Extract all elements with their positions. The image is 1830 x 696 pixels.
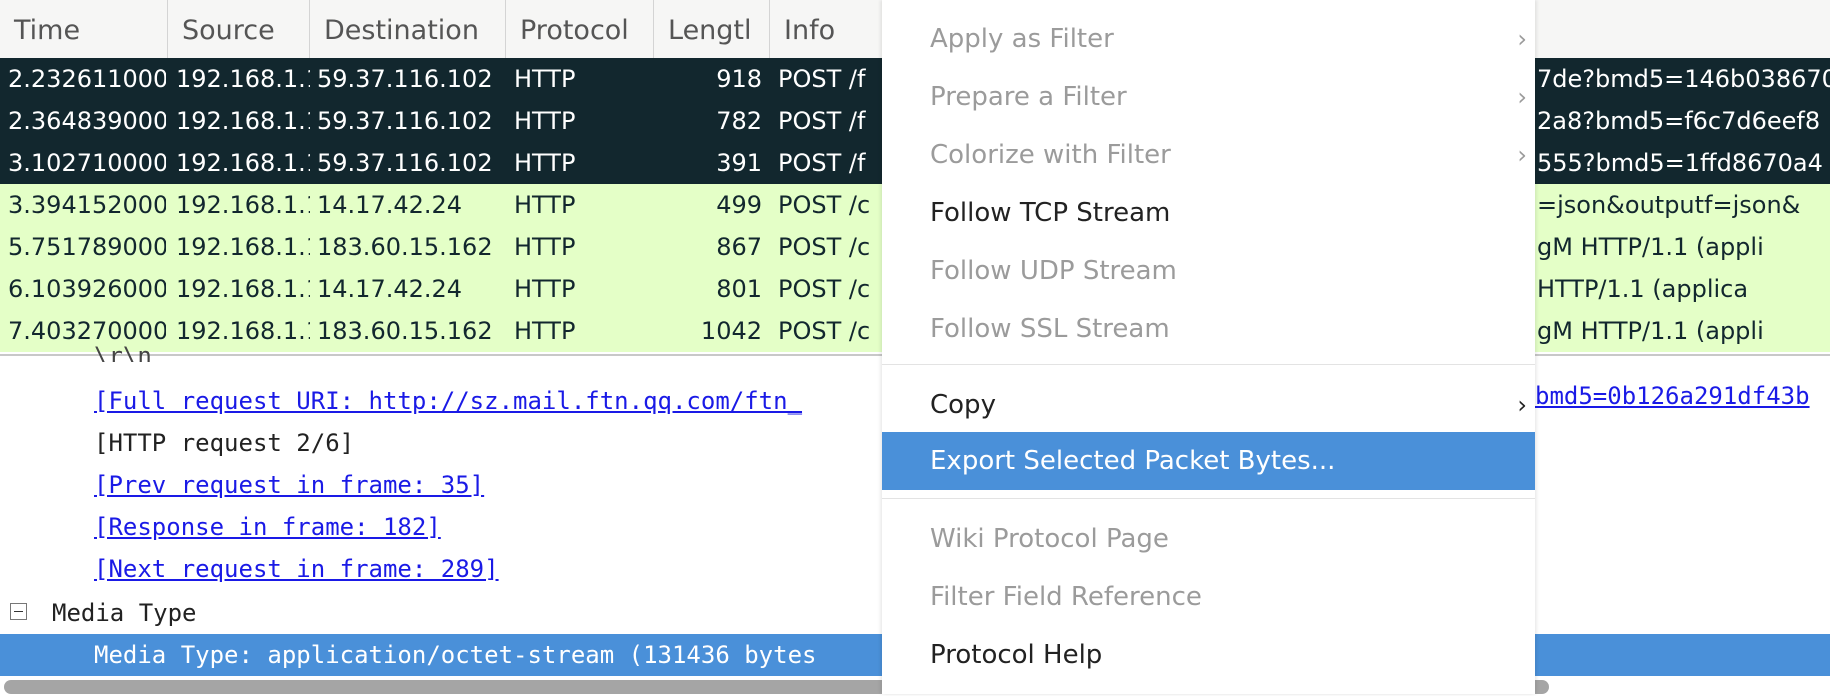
packet-info: POST /f: [778, 149, 866, 177]
packet-time: 2.232611000: [8, 65, 166, 93]
menu-separator: [882, 498, 1535, 499]
packet-source: 192.168.1.1: [176, 275, 310, 303]
packet-protocol: HTTP: [514, 317, 576, 345]
collapse-toggle-icon[interactable]: [10, 603, 27, 620]
packet-destination: 183.60.15.162: [317, 233, 493, 261]
menu-item-filter-field-reference[interactable]: Filter Field Reference: [882, 576, 1535, 618]
packet-info-tail: gM HTTP/1.1 (appli: [1537, 233, 1764, 261]
column-header-length[interactable]: Lengtl: [654, 0, 770, 58]
packet-info-tail: 2a8?bmd5=f6c7d6eef8: [1537, 107, 1821, 135]
packet-length: 1042: [700, 317, 762, 345]
menu-item-label: Filter Field Reference: [930, 582, 1202, 612]
menu-item-apply-as-filter[interactable]: Apply as Filter ›: [882, 18, 1535, 60]
packet-info: POST /c: [778, 275, 871, 303]
next-request-link[interactable]: [Next request in frame: 289]: [94, 550, 499, 588]
full-request-uri-link[interactable]: [Full request URI: http://sz.mail.ftn.qq…: [94, 382, 802, 420]
packet-destination: 59.37.116.102: [317, 149, 493, 177]
menu-item-copy[interactable]: Copy ›: [882, 384, 1535, 426]
menu-item-label: Apply as Filter: [930, 24, 1114, 54]
menu-item-export-selected-packet-bytes[interactable]: Export Selected Packet Bytes...: [882, 432, 1535, 490]
menu-item-colorize-with-filter[interactable]: Colorize with Filter ›: [882, 134, 1535, 176]
menu-item-label: Copy: [930, 390, 996, 420]
packet-source: 192.168.1.1: [176, 107, 310, 135]
packet-length: 867: [716, 233, 762, 261]
prev-request-link[interactable]: [Prev request in frame: 35]: [94, 466, 484, 504]
packet-time: 3.102710000: [8, 149, 166, 177]
packet-info: POST /c: [778, 233, 871, 261]
section-label: Media Type: [52, 599, 197, 627]
packet-info: POST /c: [778, 317, 871, 345]
menu-item-protocol-help[interactable]: Protocol Help: [882, 634, 1535, 676]
chevron-right-icon: ›: [1517, 83, 1527, 111]
packet-destination: 14.17.42.24: [317, 191, 463, 219]
packet-length: 801: [716, 275, 762, 303]
menu-item-label: Export Selected Packet Bytes...: [930, 446, 1336, 476]
chevron-right-icon: ›: [1517, 391, 1527, 419]
packet-protocol: HTTP: [514, 191, 576, 219]
packet-time: 5.751789000: [8, 233, 166, 261]
packet-length: 782: [716, 107, 762, 135]
packet-destination: 59.37.116.102: [317, 107, 493, 135]
packet-protocol: HTTP: [514, 65, 576, 93]
menu-item-label: Follow TCP Stream: [930, 198, 1171, 228]
packet-length: 391: [716, 149, 762, 177]
packet-info-tail: 7de?bmd5=146b038670: [1537, 65, 1830, 93]
packet-info-tail: 555?bmd5=1ffd8670a4: [1537, 149, 1823, 177]
menu-item-label: Wiki Protocol Page: [930, 524, 1169, 554]
packet-source: 192.168.1.1: [176, 233, 310, 261]
column-header-destination[interactable]: Destination: [310, 0, 506, 58]
packet-length: 918: [716, 65, 762, 93]
packet-source: 192.168.1.1: [176, 65, 310, 93]
packet-time: 6.103926000: [8, 275, 166, 303]
packet-protocol: HTTP: [514, 149, 576, 177]
menu-item-follow-ssl-stream[interactable]: Follow SSL Stream: [882, 308, 1535, 350]
menu-item-label: Prepare a Filter: [930, 82, 1127, 112]
response-link[interactable]: [Response in frame: 182]: [94, 508, 441, 546]
packet-destination: 183.60.15.162: [317, 317, 493, 345]
menu-item-label: Follow SSL Stream: [930, 314, 1170, 344]
menu-item-wiki-protocol-page[interactable]: Wiki Protocol Page: [882, 518, 1535, 560]
packet-protocol: HTTP: [514, 275, 576, 303]
menu-item-label: Colorize with Filter: [930, 140, 1171, 170]
chevron-right-icon: ›: [1517, 141, 1527, 169]
column-header-protocol[interactable]: Protocol: [506, 0, 654, 58]
packet-source: 192.168.1.1: [176, 317, 310, 345]
packet-info-tail: HTTP/1.1 (applica: [1537, 275, 1749, 303]
column-header-time[interactable]: Time: [0, 0, 168, 58]
packet-time: 2.364839000: [8, 107, 166, 135]
packet-info: POST /f: [778, 65, 866, 93]
context-menu[interactable]: Apply as Filter › Prepare a Filter › Col…: [882, 0, 1535, 694]
packet-length: 499: [716, 191, 762, 219]
http-request-count: [HTTP request 2/6]: [94, 429, 355, 457]
packet-destination: 14.17.42.24: [317, 275, 463, 303]
menu-item-label: Follow UDP Stream: [930, 256, 1177, 286]
full-request-uri-tail[interactable]: bmd5=0b126a291df43b: [1535, 382, 1810, 410]
packet-info: POST /c: [778, 191, 871, 219]
truncated-line: \r\n: [94, 342, 152, 362]
packet-protocol: HTTP: [514, 107, 576, 135]
menu-item-label: Protocol Help: [930, 640, 1103, 670]
packet-destination: 59.37.116.102: [317, 65, 493, 93]
chevron-right-icon: ›: [1517, 25, 1527, 53]
packet-info-tail: gM HTTP/1.1 (appli: [1537, 317, 1764, 345]
selected-detail-text: Media Type: application/octet-stream (13…: [94, 641, 817, 669]
column-header-source[interactable]: Source: [168, 0, 310, 58]
packet-source: 192.168.1.1: [176, 149, 310, 177]
menu-separator: [882, 364, 1535, 365]
menu-item-follow-udp-stream[interactable]: Follow UDP Stream: [882, 250, 1535, 292]
packet-source: 192.168.1.1: [176, 191, 310, 219]
menu-item-prepare-a-filter[interactable]: Prepare a Filter ›: [882, 76, 1535, 118]
packet-time: 3.394152000: [8, 191, 166, 219]
packet-info: POST /f: [778, 107, 866, 135]
packet-protocol: HTTP: [514, 233, 576, 261]
menu-item-follow-tcp-stream[interactable]: Follow TCP Stream: [882, 192, 1535, 234]
packet-info-tail: =json&outputf=json&: [1537, 191, 1801, 219]
